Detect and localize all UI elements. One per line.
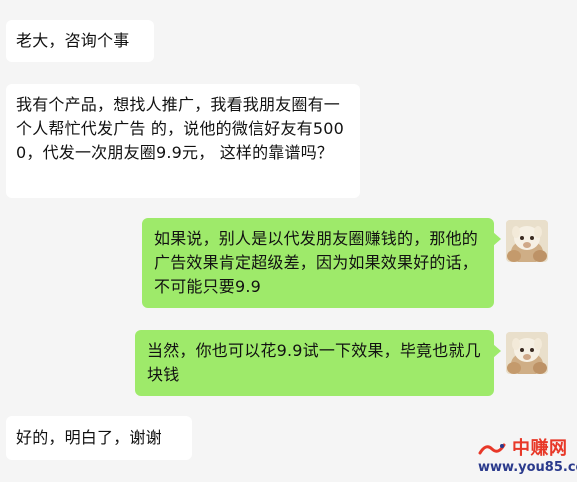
message-bubble-incoming[interactable]: 老大，咨询个事 bbox=[6, 20, 154, 62]
site-watermark: 中赚网 www.you85.com bbox=[470, 438, 577, 480]
message-bubble-outgoing[interactable]: 当然，你也可以花9.9试一下效果，毕竟也就几块钱 bbox=[135, 330, 501, 396]
message-text: 好的，明白了，谢谢 bbox=[16, 428, 162, 447]
watermark-logo-icon bbox=[478, 443, 506, 455]
message-text: 当然，你也可以花9.9试一下效果，毕竟也就几块钱 bbox=[147, 341, 481, 384]
alpaca-avatar-icon[interactable] bbox=[506, 220, 548, 262]
message-text: 如果说，别人是以代发朋友圈赚钱的，那他的广告效果肯定超级差，因为如果效果好的话，… bbox=[154, 229, 479, 296]
chat-window: 老大，咨询个事 我有个产品，想找人推广，我看我朋友圈有一个人帮忙代发广告 的，说… bbox=[0, 0, 577, 482]
message-text: 我有个产品，想找人推广，我看我朋友圈有一个人帮忙代发广告 的，说他的微信好友有5… bbox=[16, 95, 345, 162]
message-text: 老大，咨询个事 bbox=[16, 31, 130, 50]
watermark-name: 中赚网 bbox=[512, 438, 568, 459]
alpaca-avatar-icon[interactable] bbox=[506, 332, 548, 374]
message-bubble-incoming[interactable]: 我有个产品，想找人推广，我看我朋友圈有一个人帮忙代发广告 的，说他的微信好友有5… bbox=[6, 84, 360, 198]
alpaca-avatar-image bbox=[506, 332, 548, 374]
message-bubble-incoming[interactable]: 好的，明白了，谢谢 bbox=[6, 416, 192, 460]
message-bubble-outgoing[interactable]: 如果说，别人是以代发朋友圈赚钱的，那他的广告效果肯定超级差，因为如果效果好的话，… bbox=[142, 218, 501, 308]
alpaca-avatar-image bbox=[506, 220, 548, 262]
watermark-url: www.you85.com bbox=[478, 460, 577, 475]
